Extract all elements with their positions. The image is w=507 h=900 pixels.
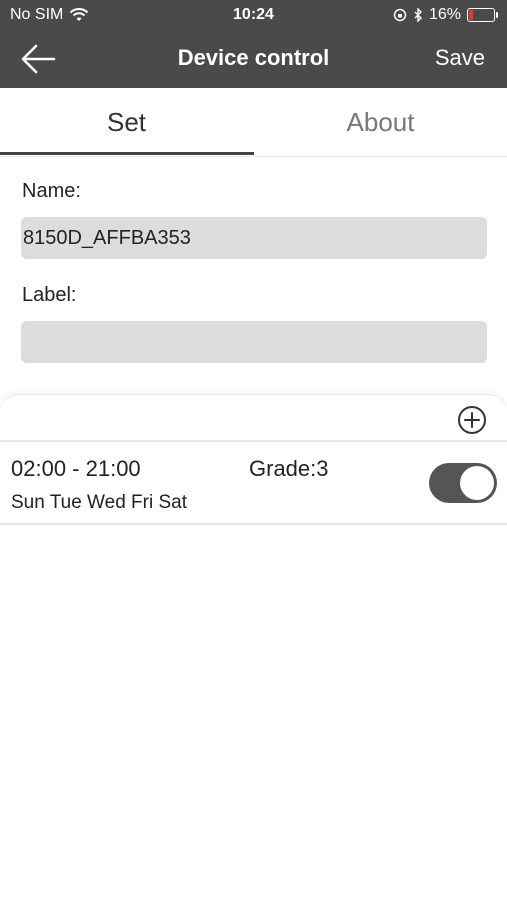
rotation-lock-icon	[393, 8, 407, 22]
add-schedule-button[interactable]	[457, 405, 487, 435]
battery-level	[469, 10, 473, 20]
schedule-grade: Grade:3	[249, 456, 329, 481]
label-label: Label:	[22, 284, 77, 306]
toggle-knob	[460, 466, 494, 500]
app-header: No SIM 10:24 16% Device control Save	[0, 0, 507, 88]
name-label: Name:	[22, 180, 81, 202]
label-field[interactable]	[21, 321, 487, 363]
status-right: 16%	[393, 6, 498, 24]
tab-set[interactable]: Set	[0, 88, 253, 156]
plus-circle-icon	[458, 406, 486, 434]
nav-bar: Device control Save	[0, 30, 507, 88]
name-field[interactable]: 8150D_AFFBA353	[21, 217, 487, 259]
battery-icon	[467, 8, 498, 22]
bluetooth-icon	[414, 8, 422, 22]
tab-about[interactable]: About	[254, 88, 507, 156]
save-button[interactable]: Save	[435, 45, 485, 71]
schedule-days: Sun Tue Wed Fri Sat	[11, 492, 188, 513]
page-title: Device control	[177, 45, 330, 70]
tab-bar: Set About	[0, 88, 507, 157]
active-tab-indicator	[0, 152, 254, 155]
schedule-time-range: 02:00 - 21:00	[11, 456, 141, 481]
schedule-row[interactable]: 02:00 - 21:00 Grade:3 Sun Tue Wed Fri Sa…	[0, 440, 507, 525]
status-bar: No SIM 10:24 16%	[0, 0, 507, 30]
schedule-toggle[interactable]	[429, 463, 497, 503]
battery-percent: 16%	[428, 6, 461, 23]
